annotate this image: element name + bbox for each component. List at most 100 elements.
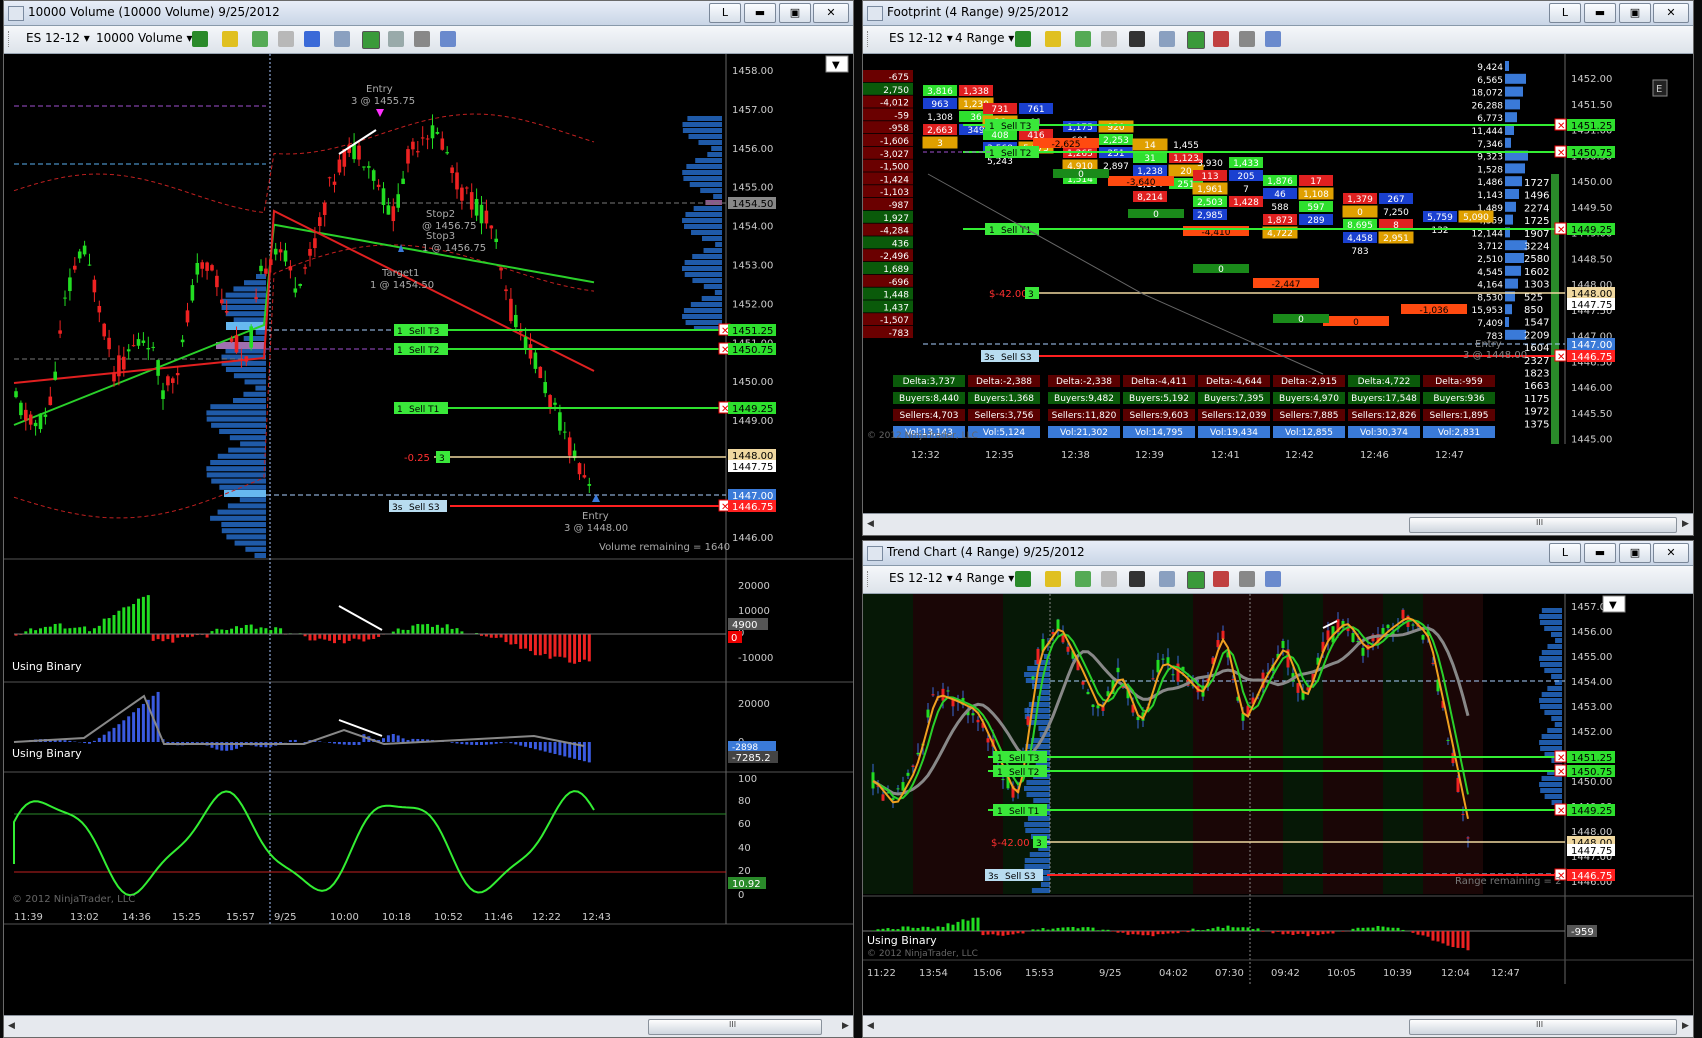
time-tick-label: 12:35 bbox=[985, 450, 1014, 461]
sell-t1-order-label: Sell T1 bbox=[1009, 807, 1039, 817]
zoom-icon[interactable] bbox=[1159, 571, 1175, 587]
entry-label: Entry bbox=[366, 84, 393, 95]
crosshair-icon[interactable] bbox=[1129, 31, 1145, 47]
data-box-icon[interactable] bbox=[1213, 571, 1229, 587]
link-button[interactable]: L bbox=[709, 3, 741, 23]
maximize-icon[interactable]: ▣ bbox=[779, 3, 811, 23]
scroll-left-icon[interactable]: ◀ bbox=[863, 517, 878, 531]
scroll-thumb[interactable]: III bbox=[1409, 517, 1677, 533]
binary-histogram-bar bbox=[455, 628, 459, 634]
volume-cell-bar bbox=[1505, 86, 1523, 97]
scroll-right-icon[interactable]: ▶ bbox=[838, 1019, 853, 1033]
maximize-icon[interactable]: ▣ bbox=[1619, 3, 1651, 23]
footprint-chart-canvas[interactable]: 1452.001451.501451.001450.501450.001449.… bbox=[863, 54, 1693, 513]
properties-icon[interactable] bbox=[414, 31, 430, 47]
chart-trader-icon[interactable] bbox=[1187, 31, 1205, 49]
price-tick-label: 1449.50 bbox=[1571, 203, 1612, 214]
data-box-icon[interactable] bbox=[1213, 31, 1229, 47]
time-tick-label: 11:22 bbox=[867, 968, 896, 979]
scroll-right-icon[interactable]: ▶ bbox=[1678, 1019, 1693, 1033]
footprint-title-bar[interactable]: Footprint (4 Range) 9/25/2012 L ▬ ▣ ✕ bbox=[863, 1, 1693, 26]
close-icon[interactable]: ✕ bbox=[813, 3, 849, 23]
candle-body bbox=[33, 422, 38, 427]
drawing-tool-icon[interactable] bbox=[1045, 571, 1061, 587]
binary-histogram-bar bbox=[475, 742, 479, 745]
stats-cell-label: Delta:-4,644 bbox=[1206, 377, 1262, 387]
strategy-icon[interactable] bbox=[1101, 31, 1117, 47]
crosshair-icon[interactable] bbox=[1129, 571, 1145, 587]
bar-type-icon[interactable] bbox=[1015, 31, 1031, 47]
binary-histogram-bar bbox=[367, 634, 371, 640]
scroll-left-icon[interactable]: ◀ bbox=[863, 1019, 878, 1033]
right-volume-profile-bar bbox=[1554, 722, 1562, 727]
minimize-icon[interactable]: ▬ bbox=[1584, 3, 1616, 23]
footprint-cell-value: 205 bbox=[1237, 172, 1254, 182]
volume-title-bar[interactable]: 10000 Volume (10000 Volume) 9/25/2012 L … bbox=[4, 1, 853, 26]
zoom-icon[interactable] bbox=[1159, 31, 1175, 47]
period-selector[interactable]: 4 Range ▾ bbox=[955, 571, 1014, 585]
close-icon[interactable]: ✕ bbox=[1653, 543, 1689, 563]
properties-icon[interactable] bbox=[1239, 31, 1255, 47]
snapshot-icon[interactable] bbox=[1265, 571, 1281, 587]
minimize-icon[interactable]: ▬ bbox=[744, 3, 776, 23]
time-tick-label: 15:06 bbox=[973, 968, 1002, 979]
snapshot-icon[interactable] bbox=[1265, 31, 1281, 47]
snapshot-icon[interactable] bbox=[440, 31, 456, 47]
binary-histogram-bar bbox=[499, 742, 503, 744]
chart-trader-icon[interactable] bbox=[1187, 571, 1205, 589]
footprint-horizontal-scrollbar[interactable]: ◀ III ▶ bbox=[863, 513, 1693, 535]
volume-cell-bar bbox=[1505, 163, 1525, 174]
binary-histogram-bar bbox=[1131, 931, 1135, 935]
strategy-icon[interactable] bbox=[1101, 571, 1117, 587]
binary-histogram-bar bbox=[342, 742, 346, 745]
drawing-tool-icon[interactable] bbox=[222, 31, 238, 47]
candle-body bbox=[376, 184, 381, 187]
trend-horizontal-scrollbar[interactable]: ◀ III ▶ bbox=[863, 1015, 1693, 1037]
scroll-right-icon[interactable]: ▶ bbox=[1678, 517, 1693, 531]
stats-cell-label: Sellers:4,703 bbox=[900, 411, 959, 421]
close-icon-glyph: ✕ bbox=[1557, 753, 1565, 764]
candle-body bbox=[14, 391, 18, 398]
period-selector[interactable]: 10000 Volume ▾ bbox=[96, 31, 192, 45]
volume-profile-bar bbox=[1041, 882, 1050, 887]
binary-histogram-bar bbox=[58, 623, 62, 634]
indicator-icon[interactable] bbox=[252, 31, 268, 47]
instrument-selector[interactable]: ES 12-12 ▾ bbox=[889, 31, 953, 45]
binary-histogram-bar bbox=[127, 716, 131, 742]
close-icon[interactable]: ✕ bbox=[1653, 3, 1689, 23]
crosshair-icon[interactable] bbox=[304, 31, 320, 47]
drawing-tool-icon[interactable] bbox=[1045, 31, 1061, 47]
maximize-icon[interactable]: ▣ bbox=[1619, 543, 1651, 563]
trend-chart-canvas[interactable]: 1457.00 1456.00 1455.00 1454.00 1453.00 1452.… bbox=[863, 594, 1693, 1015]
scroll-thumb[interactable]: III bbox=[1409, 1019, 1677, 1035]
strategy-icon[interactable] bbox=[278, 31, 294, 47]
delta-cell-value: -4,284 bbox=[880, 227, 909, 237]
instrument-selector[interactable]: ES 12-12 ▾ bbox=[889, 571, 953, 585]
minimize-icon[interactable]: ▬ bbox=[1584, 543, 1616, 563]
scroll-left-icon[interactable]: ◀ bbox=[4, 1019, 19, 1033]
indicator-icon[interactable] bbox=[1075, 31, 1091, 47]
bar-type-icon[interactable] bbox=[192, 31, 208, 47]
trend-title-bar[interactable]: Trend Chart (4 Range) 9/25/2012 L ▬ ▣ ✕ bbox=[863, 541, 1693, 566]
binary-histogram-bar bbox=[1326, 931, 1330, 934]
chart-trader-icon[interactable] bbox=[362, 31, 380, 49]
data-box-icon[interactable] bbox=[388, 31, 404, 47]
indicator-label: Using Binary bbox=[867, 934, 937, 947]
scroll-thumb[interactable]: III bbox=[648, 1019, 822, 1035]
properties-icon[interactable] bbox=[1239, 571, 1255, 587]
zoom-icon[interactable] bbox=[334, 31, 350, 47]
volume-horizontal-scrollbar[interactable]: ◀ III ▶ bbox=[4, 1015, 853, 1037]
period-selector[interactable]: 4 Range ▾ bbox=[955, 31, 1014, 45]
indicator-icon[interactable] bbox=[1075, 571, 1091, 587]
price-tick-label: 1457.00 bbox=[732, 105, 773, 116]
footprint-cell-value: 7 bbox=[1243, 185, 1249, 195]
instrument-selector[interactable]: ES 12-12 ▾ bbox=[26, 31, 90, 45]
bar-type-icon[interactable] bbox=[1015, 571, 1031, 587]
link-button[interactable]: L bbox=[1549, 3, 1581, 23]
sell-t3-order-label: Sell T3 bbox=[409, 327, 439, 337]
volume-cell-value: 6,565 bbox=[1477, 76, 1503, 86]
volume-chart-canvas[interactable]: 1458.00 1457.00 1456.00 1455.00 1454.00 1453.… bbox=[4, 54, 853, 1015]
link-button[interactable]: L bbox=[1549, 543, 1581, 563]
price-tick-label: 1449.00 bbox=[732, 416, 773, 427]
candle-body bbox=[479, 204, 484, 224]
